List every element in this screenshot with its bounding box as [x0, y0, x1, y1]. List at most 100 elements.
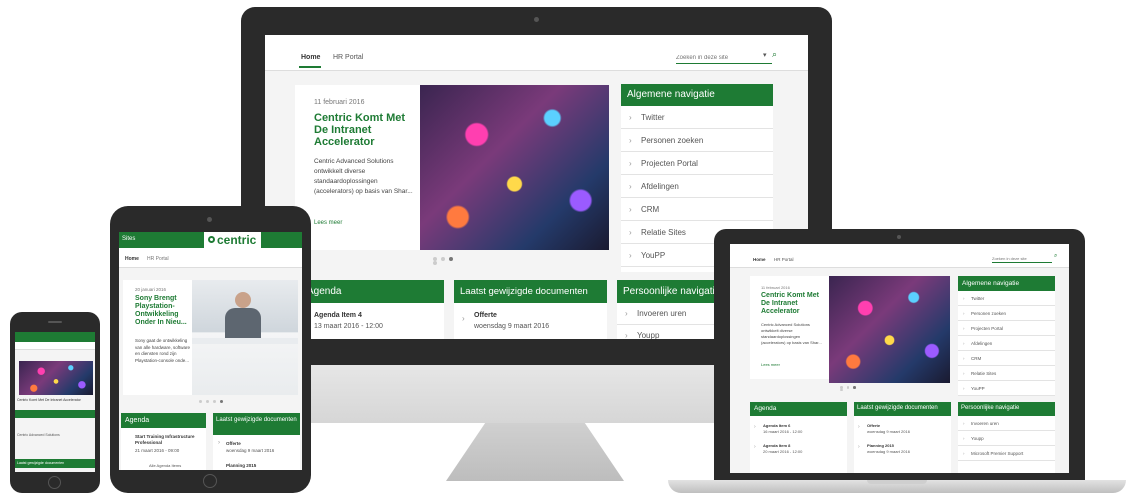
laptop-tab-hr-portal[interactable]: HR Portal: [774, 257, 794, 262]
laptop-news-card: 11 februari 2016 Centric Komt Met De Int…: [750, 276, 829, 379]
documents-widget: Laatst gewijzigde documenten › Offerte w…: [454, 280, 607, 339]
laptop-nav-item-twitter[interactable]: › Twitter: [958, 291, 1055, 306]
laptop-doc-item-1-title[interactable]: Offerte: [867, 423, 880, 428]
nav-item-crm[interactable]: › CRM: [621, 198, 773, 221]
laptop-agenda-item-1-date: 16 maart 2016 - 12:00: [763, 429, 803, 434]
chevron-right-icon: ›: [629, 228, 632, 237]
phone-news-caption[interactable]: Centric Komt Met De Intranet Accelerator: [17, 398, 93, 402]
chevron-right-icon: ›: [629, 159, 632, 168]
agenda-title: Agenda: [299, 280, 444, 303]
laptop-doc-item-1-date: woensdag 9 maart 2016: [867, 429, 910, 434]
laptop-personal-item-invoeren-uren[interactable]: › Invoeren uren: [958, 416, 1055, 431]
chevron-right-icon: ›: [754, 444, 756, 450]
news-card: 11 februari 2016 Centric Komt Met De Int…: [295, 85, 420, 250]
home-tab-underline: [299, 66, 321, 68]
phone-home-button[interactable]: [48, 476, 61, 489]
laptop-carousel-dots[interactable]: [838, 386, 862, 391]
centric-logo-text: centric: [217, 233, 257, 247]
chevron-right-icon: ›: [963, 421, 965, 426]
tab-home[interactable]: Home: [301, 54, 320, 61]
laptop-base-notch: [867, 480, 927, 484]
search-input[interactable]: [676, 52, 772, 64]
news-date: 11 februari 2016: [314, 99, 365, 106]
tablet-documents-title: Laatst gewijzigde documenten: [213, 413, 300, 435]
nav-item-afdelingen[interactable]: › Afdelingen: [621, 175, 773, 198]
read-more-link[interactable]: Lees meer: [314, 220, 342, 226]
tablet-agenda-item-title[interactable]: Start Training Infrastructure Profession…: [135, 434, 205, 446]
office-table: [192, 338, 298, 344]
laptop-search-icon[interactable]: ⌕: [1054, 253, 1057, 260]
chevron-right-icon: ›: [963, 371, 965, 376]
phone-device: Centric Komt Met De Intranet Accelerator…: [10, 312, 100, 493]
laptop-nav-item-youpp[interactable]: › YouPP: [958, 381, 1055, 396]
laptop-screen: Home HR Portal ⌕ 11 februari 2016 Centri…: [730, 244, 1069, 473]
tablet-agenda-widget: Agenda Start Training Infrastructure Pro…: [121, 413, 206, 470]
laptop-nav-item-afdelingen[interactable]: › Afdelingen: [958, 336, 1055, 351]
chevron-right-icon: ›: [963, 451, 965, 456]
tablet-news-title[interactable]: Sony Brengt Playstation-Ontwikkeling Ond…: [135, 295, 191, 327]
laptop-doc-item-2-title[interactable]: Planning 2015: [867, 443, 894, 448]
tablet-carousel-dots[interactable]: [197, 400, 227, 405]
hero-party-image: [420, 85, 609, 250]
laptop-agenda-item-1-title[interactable]: Agenda Item 6: [763, 423, 790, 428]
agenda-item-date: 13 maart 2016 - 12:00: [314, 323, 383, 330]
phone-documents-bar: Laatst gewijzigde documenten: [15, 459, 95, 468]
agenda-item-title[interactable]: Agenda Item 4: [314, 312, 362, 319]
tablet-tab-hr-portal[interactable]: HR Portal: [147, 256, 169, 262]
webcam-dot: [534, 17, 539, 22]
tablet-news-body: Sony gaat de ontwikkeling van alle hardw…: [135, 338, 191, 363]
laptop-nav-item-projecten-portal[interactable]: › Projecten Portal: [958, 321, 1055, 336]
office-person-figure: [235, 292, 251, 308]
laptop-nav-item-personen-zoeken[interactable]: › Personen zoeken: [958, 306, 1055, 321]
chevron-right-icon: ›: [625, 331, 628, 339]
phone-screen: Centric Komt Met De Intranet Accelerator…: [15, 332, 95, 472]
laptop-tab-home[interactable]: Home: [753, 257, 766, 262]
laptop-agenda-item-2-title[interactable]: Agenda Item 8: [763, 443, 790, 448]
laptop-documents-title: Laatst gewijzigde documenten: [854, 402, 951, 416]
tablet-doc-item-2-title[interactable]: Planning 2015: [226, 463, 256, 468]
tablet-tab-home[interactable]: Home: [125, 256, 139, 262]
chevron-right-icon: ›: [963, 356, 965, 361]
tablet-site-label: Sites: [122, 236, 136, 242]
document-item-title[interactable]: Offerte: [474, 312, 497, 319]
tablet-doc-item-1-title[interactable]: Offerte: [226, 441, 241, 446]
phone-documents-title: Laatst gewijzigde documenten: [17, 461, 65, 465]
news-title[interactable]: Centric Komt Met De Intranet Accelerator: [314, 112, 414, 148]
nav-item-twitter[interactable]: › Twitter: [621, 106, 773, 129]
nav-item-projecten-portal[interactable]: › Projecten Portal: [621, 152, 773, 175]
chevron-right-icon: ›: [963, 326, 965, 331]
laptop-news-date: 11 februari 2016: [761, 285, 790, 290]
phone-news-link[interactable]: Centric Advanced Solutions: [17, 433, 93, 437]
search-icon[interactable]: ⌕: [772, 49, 777, 60]
document-item-date: woensdag 9 maart 2016: [474, 323, 550, 330]
chevron-right-icon: ›: [462, 314, 465, 323]
laptop-personal-item-microsoft-premier-support[interactable]: › Microsoft Premier Support: [958, 446, 1055, 461]
tablet-doc-item-1-date: woensdag 9 maart 2016: [226, 448, 275, 453]
chevron-right-icon: ›: [963, 296, 965, 301]
laptop-camera: [897, 235, 901, 239]
chevron-right-icon: ›: [629, 205, 632, 214]
laptop-personal-item-youpp[interactable]: › Youpp: [958, 431, 1055, 446]
laptop-read-more-link[interactable]: Lees meer: [761, 362, 780, 367]
nav-item-personen-zoeken[interactable]: › Personen zoeken: [621, 129, 773, 152]
tablet-camera: [207, 217, 212, 222]
tablet-documents-widget: Laatst gewijzigde documenten › Offerte w…: [213, 413, 300, 470]
laptop-news-title[interactable]: Centric Komt Met De Intranet Accelerator: [761, 292, 825, 316]
laptop-nav-item-crm[interactable]: › CRM: [958, 351, 1055, 366]
laptop-nav-item-relatie-sites[interactable]: › Relatie Sites: [958, 366, 1055, 381]
tablet-home-button[interactable]: [203, 474, 217, 488]
laptop-base: [668, 480, 1126, 493]
tablet-nav: Home HR Portal: [119, 248, 302, 268]
carousel-dots[interactable]: [431, 257, 461, 265]
tablet-device: Sites centric Home HR Portal 20 januari …: [110, 206, 311, 493]
chevron-right-icon: ›: [218, 440, 220, 446]
laptop-search-input[interactable]: [992, 255, 1052, 263]
laptop-documents-widget: Laatst gewijzigde documenten › Offerte w…: [854, 402, 951, 473]
chevron-right-icon: ›: [629, 251, 632, 260]
chevron-down-icon[interactable]: ▾: [763, 51, 767, 59]
tablet-agenda-more-link[interactable]: Alle Agenda Items: [149, 463, 181, 468]
tab-hr-portal[interactable]: HR Portal: [333, 54, 363, 61]
centric-logo: centric: [204, 232, 261, 248]
laptop-news-body: Centric Advanced Solutions ontwikkelt di…: [761, 322, 822, 345]
laptop-navigation-title: Algemene navigatie: [958, 276, 1055, 291]
